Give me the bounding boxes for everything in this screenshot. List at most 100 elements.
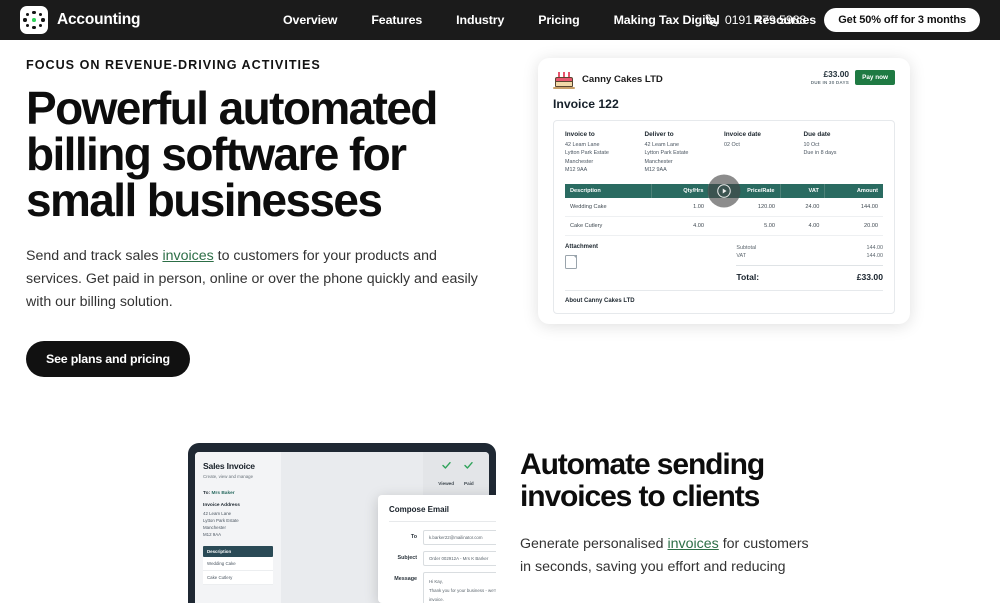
tablet-mockup: Sales Invoice Create, view and manage To… (188, 443, 496, 603)
status-label: Viewed (438, 481, 455, 486)
status-viewed: Viewed (438, 462, 454, 490)
compose-email-dialog: Compose Email To k.barker22@mailinator.c… (378, 495, 496, 603)
tablet-table-header: Description (203, 546, 273, 558)
tablet-address-label: Invoice Address (203, 503, 240, 508)
primary-nav: Overview Features Industry Pricing Makin… (283, 0, 833, 40)
compose-title: Compose Email (389, 505, 450, 514)
total-value: £33.00 (856, 271, 883, 282)
brand[interactable]: Accounting (20, 6, 140, 34)
tablet-table-row: Wedding Cake (203, 557, 273, 572)
cell-description: Wedding Cake (565, 197, 652, 217)
invoice-about: About Canny Cakes LTD (565, 289, 883, 304)
cell-qty: 1.00 (651, 197, 709, 217)
section2-title: Automate sending invoices to clients (520, 448, 765, 514)
invoice-meta-deliver-to: Deliver to 42 Leam Lane Lytton Park Esta… (645, 131, 725, 175)
cake-icon (553, 70, 575, 90)
section2-media-column: Sales Invoice Create, view and manage To… (0, 443, 520, 603)
invoice-title: Invoice 122 (553, 97, 619, 111)
invoices-link[interactable]: invoices (162, 248, 213, 264)
section2-desc-part1: Generate personalised (520, 536, 668, 553)
invoice-amount-block: £33.00 DUE IN 30 DAYS Pay now (810, 69, 895, 86)
subject-label: Subject (397, 555, 417, 561)
totals-value: 144.00 (866, 252, 883, 259)
nav-item-overview[interactable]: Overview (283, 13, 354, 27)
hero-section: FOCUS ON REVENUE-DRIVING ACTIVITIES Powe… (0, 40, 1000, 377)
totals-row-vat: VAT 144.00 (736, 252, 883, 260)
hero-desc-part1: Send and track sales (26, 248, 163, 264)
invoice-meta-due-date: Due date 10 Oct Due in 8 days (804, 131, 884, 175)
page-title: Powerful automated billing software for … (26, 82, 438, 226)
divider (389, 521, 496, 522)
tablet-address: 42 Leam Lane Lytton Park Estate Manchest… (203, 511, 239, 538)
nav-item-pricing[interactable]: Pricing (521, 13, 596, 27)
totals-value: 144.00 (866, 244, 883, 251)
column-header-qty: Qty/Hrs (651, 183, 710, 198)
cell-vat: 24.00 (780, 197, 825, 217)
meta-label: Invoice date (724, 131, 761, 138)
column-header-vat: VAT (780, 183, 825, 198)
nav-item-features[interactable]: Features (354, 13, 439, 27)
invoice-meta-row: Invoice to 42 Leam Lane Lytton Park Esta… (565, 131, 883, 175)
invoices-link[interactable]: invoices (668, 536, 719, 552)
to-prefix: To: (203, 491, 211, 496)
hero-eyebrow: FOCUS ON REVENUE-DRIVING ACTIVITIES (26, 58, 321, 72)
site-header: Accounting Overview Features Industry Pr… (0, 0, 1000, 40)
cell-amount: 144.00 (824, 197, 883, 217)
compose-message-row: Message Hi Kay, Thank you for your busin… (389, 572, 496, 603)
hero-media-column: Canny Cakes LTD £33.00 DUE IN 30 DAYS Pa… (530, 58, 1000, 377)
dots-grid-logo-icon (20, 6, 48, 34)
meta-value: 42 Leam Lane Lytton Park Estate Manchest… (644, 142, 689, 174)
tablet-page-title: Sales Invoice (203, 461, 255, 471)
invoice-amount: £33.00 (823, 69, 850, 79)
play-button-icon[interactable] (707, 174, 741, 208)
column-header-amount: Amount (824, 183, 883, 198)
meta-value: 42 Leam Lane Lytton Park Estate Manchest… (565, 142, 609, 174)
cell-price: 5.00 (708, 216, 780, 236)
invoice-attachment-block: Attachment (565, 244, 730, 283)
to-label: To (410, 534, 417, 540)
invoice-card-header: Canny Cakes LTD £33.00 DUE IN 30 DAYS Pa… (553, 69, 895, 90)
section2-copy-column: Automate sending invoices to clients Gen… (520, 443, 1000, 579)
tablet-status-checks: Viewed Paid (429, 462, 483, 490)
invoice-totals-block: Subtotal 144.00 VAT 144.00 Total: £33.00 (730, 244, 883, 283)
cell-amount: 20.00 (824, 216, 883, 236)
invoice-meta-invoice-to: Invoice to 42 Leam Lane Lytton Park Esta… (565, 131, 645, 175)
tablet-page-subtitle: Create, view and manage (203, 474, 254, 479)
brand-name: Accounting (57, 11, 141, 28)
see-plans-and-pricing-button[interactable]: See plans and pricing (26, 341, 190, 377)
nav-item-resources[interactable]: Resources (737, 13, 833, 27)
message-input[interactable]: Hi Kay, Thank you for your business - we… (423, 572, 496, 603)
invoice-due-note: DUE IN 30 DAYS (810, 80, 850, 86)
to-input[interactable]: k.barker22@mailinator.com (423, 530, 496, 545)
meta-value: 02 Oct (724, 142, 740, 148)
invoice-preview-card[interactable]: Canny Cakes LTD £33.00 DUE IN 30 DAYS Pa… (538, 58, 910, 324)
column-header-description: Description (565, 183, 652, 198)
cell-vat: 4.00 (780, 216, 825, 236)
totals-label: VAT (736, 252, 747, 259)
invoice-company-name: Canny Cakes LTD (582, 74, 663, 85)
check-icon (438, 462, 454, 469)
invoice-body-panel: Invoice to 42 Leam Lane Lytton Park Esta… (553, 120, 895, 314)
promo-cta-button[interactable]: Get 50% off for 3 months (824, 8, 980, 32)
pay-now-button[interactable]: Pay now (855, 70, 895, 85)
compose-to-row: To k.barker22@mailinator.com (389, 530, 496, 545)
nav-item-industry[interactable]: Industry (439, 13, 521, 27)
meta-value: 10 Oct Due in 8 days (803, 142, 837, 157)
status-label: Paid (464, 481, 474, 486)
totals-label: Subtotal (736, 244, 757, 251)
status-paid: Paid (464, 462, 474, 490)
document-icon[interactable] (565, 254, 577, 269)
meta-label: Invoice to (565, 131, 595, 138)
message-label: Message (394, 576, 417, 582)
hero-description: Send and track sales invoices to custome… (26, 245, 496, 314)
tablet-sidebar: Sales Invoice Create, view and manage To… (195, 452, 281, 603)
totals-row-subtotal: Subtotal 144.00 (736, 244, 883, 252)
subject-input[interactable]: Order 002912A - Mrs K Barker (423, 551, 496, 566)
cell-qty: 4.00 (651, 216, 709, 236)
to-name: Mrs Baker (211, 491, 235, 496)
tablet-table-row: Cake Cutlery (203, 571, 273, 586)
meta-label: Due date (803, 131, 831, 138)
nav-item-making-tax-digital[interactable]: Making Tax Digital (597, 13, 737, 27)
compose-subject-row: Subject Order 002912A - Mrs K Barker (389, 551, 496, 566)
total-label: Total: (736, 271, 760, 282)
